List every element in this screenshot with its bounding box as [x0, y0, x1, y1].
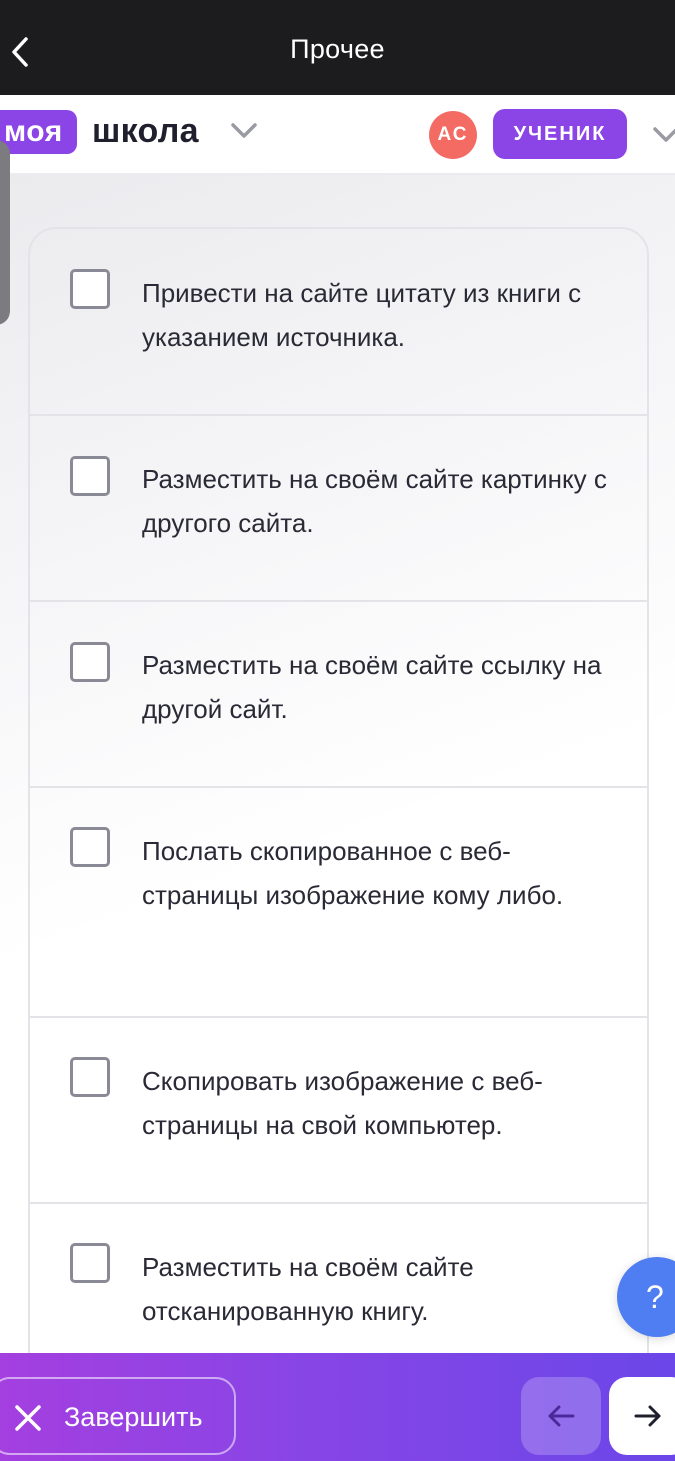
option-checkbox[interactable] — [70, 642, 110, 682]
options-card: Привести на сайте цитату из книги с указ… — [28, 227, 649, 1427]
option-checkbox[interactable] — [70, 456, 110, 496]
option-checkbox[interactable] — [70, 827, 110, 867]
previous-button[interactable] — [521, 1377, 601, 1455]
next-button[interactable] — [609, 1377, 675, 1455]
page-title: Прочее — [290, 34, 385, 64]
app-header: моя школа АС УЧЕНИК — [0, 95, 675, 175]
chevron-down-icon[interactable] — [650, 123, 675, 147]
arrow-left-icon — [548, 1405, 575, 1427]
arrow-right-icon — [634, 1405, 661, 1427]
option-checkbox[interactable] — [70, 269, 110, 309]
option-text: Разместить на своём сайте ссылку на друг… — [142, 650, 602, 724]
option-item[interactable]: Разместить на своём сайте картинку с дру… — [30, 416, 647, 602]
bottom-bar: Завершить — [0, 1353, 675, 1461]
logo-badge[interactable]: моя — [0, 110, 77, 154]
help-icon: ? — [646, 1278, 664, 1315]
option-text: Разместить на своём сайте картинку с дру… — [142, 464, 607, 538]
option-item[interactable]: Разместить на своём сайте ссылку на друг… — [30, 602, 647, 788]
option-item[interactable]: Привести на сайте цитату из книги с указ… — [30, 229, 647, 416]
option-text: Послать скопированное с веб-страницы изо… — [142, 836, 564, 910]
logo-text[interactable]: школа — [92, 111, 199, 151]
avatar[interactable]: АС — [429, 111, 477, 159]
chevron-down-icon[interactable] — [228, 119, 260, 143]
option-text: Разместить на своём сайте отсканированну… — [142, 1252, 474, 1326]
option-checkbox[interactable] — [70, 1243, 110, 1283]
option-item[interactable]: Послать скопированное с веб-страницы изо… — [30, 788, 647, 1018]
close-icon — [15, 1405, 41, 1431]
top-bar: Прочее — [0, 0, 675, 95]
role-badge[interactable]: УЧЕНИК — [493, 109, 627, 159]
finish-button-label: Завершить — [64, 1402, 203, 1432]
option-text: Скопировать изображение с веб-страницы н… — [142, 1066, 543, 1140]
side-drawer-handle[interactable] — [0, 140, 10, 325]
finish-button[interactable]: Завершить — [0, 1377, 236, 1455]
option-item[interactable]: Скопировать изображение с веб-страницы н… — [30, 1018, 647, 1204]
option-checkbox[interactable] — [70, 1057, 110, 1097]
option-text: Привести на сайте цитату из книги с указ… — [142, 278, 582, 352]
